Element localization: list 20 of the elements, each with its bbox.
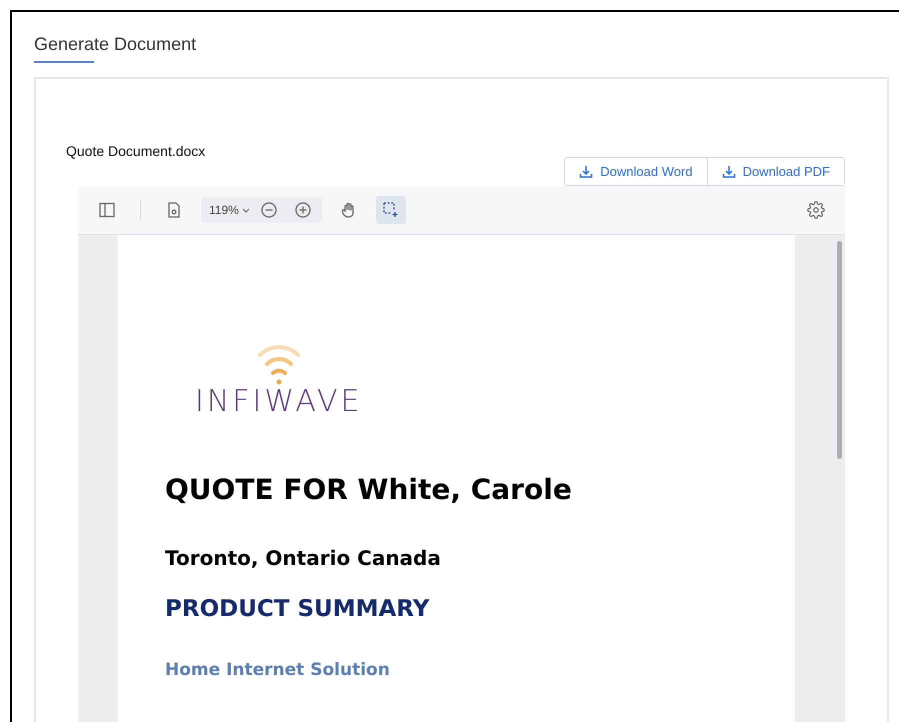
scrollbar-thumb[interactable] [837,241,842,459]
zoom-in-icon [294,201,312,219]
section-heading: PRODUCT SUMMARY [165,596,430,622]
page-title: Generate Document [34,34,196,63]
company-logo-text: INFIWAVE [195,387,362,417]
subsection-heading: Home Internet Solution [165,660,391,680]
marquee-select-icon [382,201,400,219]
download-icon [579,164,594,178]
location-heading: Toronto, Ontario Canada [165,546,442,570]
sidebar-icon [98,201,116,219]
file-name: Quote Document.docx [66,143,206,159]
wifi-logo-icon [256,345,302,387]
zoom-dropdown[interactable]: 119% [209,203,250,217]
toolbar-button[interactable] [376,196,406,224]
settings-icon [807,201,825,219]
zoom-out-icon [260,201,278,219]
download-icon [722,164,736,178]
caret-icon [242,208,250,212]
download-button[interactable]: Download PDF [706,158,844,185]
quote-title: QUOTE FOR White, Carole [165,473,573,506]
